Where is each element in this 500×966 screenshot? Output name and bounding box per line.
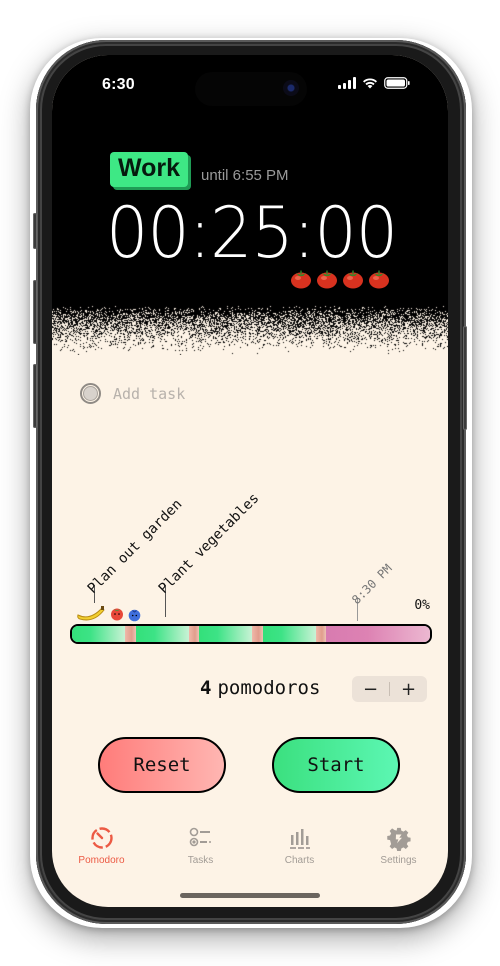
gear-icon — [386, 827, 411, 851]
decrement-button[interactable]: − — [352, 676, 389, 702]
tab-pomodoro[interactable]: Pomodoro — [52, 825, 151, 875]
tomato-icon — [369, 270, 389, 289]
tomato-sprite-icon — [111, 608, 123, 621]
timeline-work-segment — [262, 626, 316, 642]
tomato-icon — [343, 270, 363, 289]
progress-percent: 0% — [414, 598, 430, 613]
tomato-counter — [290, 269, 390, 289]
tab-label: Settings — [380, 855, 417, 866]
tab-settings[interactable]: Settings — [349, 825, 448, 875]
status-icons — [338, 77, 410, 89]
timeline-break-segment — [315, 626, 327, 642]
pomodoro-count-value: 4 — [200, 677, 212, 699]
add-task-circle-icon — [80, 383, 101, 404]
volume-down-button — [33, 364, 37, 428]
task-list-icon — [189, 827, 211, 847]
blueberry-icon — [128, 609, 141, 622]
screen: 6:30 Work until 6:55 PM 00:25:00 Add tas… — [52, 55, 448, 907]
tab-label: Charts — [284, 855, 315, 866]
increment-button[interactable]: + — [390, 676, 427, 702]
timeline-end-time: 8:30 PM — [349, 561, 395, 607]
timer-display: 00:25:00 — [106, 192, 398, 274]
tomato-icon — [317, 270, 337, 289]
status-time: 6:30 — [102, 76, 135, 93]
start-button[interactable]: Start — [272, 737, 400, 793]
side-button — [463, 326, 467, 430]
banana-icon — [77, 606, 105, 621]
battery-icon — [384, 77, 410, 89]
mode-badge[interactable]: Work — [110, 152, 189, 187]
tab-charts[interactable]: Charts — [250, 825, 349, 875]
cellular-signal-icon — [338, 77, 356, 89]
action-button — [33, 213, 37, 249]
timeline-long-break-segment — [326, 626, 430, 642]
pomodoro-timeline-bar — [70, 624, 432, 644]
tab-bar: Pomodoro Tasks Charts Settings — [52, 825, 448, 875]
tab-tasks[interactable]: Tasks — [151, 825, 250, 875]
pomodoro-count-label: pomodoros — [217, 677, 321, 699]
reset-button[interactable]: Reset — [98, 737, 226, 793]
tab-label: Pomodoro — [78, 855, 125, 866]
tomato-icon — [291, 270, 311, 289]
volume-up-button — [33, 280, 37, 344]
timer-icon — [90, 827, 113, 849]
tab-label: Tasks — [187, 855, 214, 866]
timeline-work-segment — [72, 626, 125, 642]
dither-transition — [52, 305, 448, 355]
until-time: until 6:55 PM — [201, 167, 289, 184]
home-indicator[interactable] — [180, 893, 320, 898]
timeline-break-segment — [252, 626, 263, 642]
timeline-break-segment — [125, 626, 136, 642]
pomodoro-stepper: − + — [352, 676, 427, 702]
timeline-work-segment — [199, 626, 253, 642]
chart-icon — [289, 829, 310, 849]
timeline-break-segment — [188, 626, 200, 642]
pomodoro-count: 4 pomodoros — [200, 677, 320, 699]
wifi-icon — [363, 78, 377, 89]
timeline-work-segment — [135, 626, 189, 642]
add-task-button[interactable]: Add task — [80, 383, 185, 404]
add-task-label: Add task — [113, 384, 186, 403]
camera-icon — [283, 80, 299, 96]
